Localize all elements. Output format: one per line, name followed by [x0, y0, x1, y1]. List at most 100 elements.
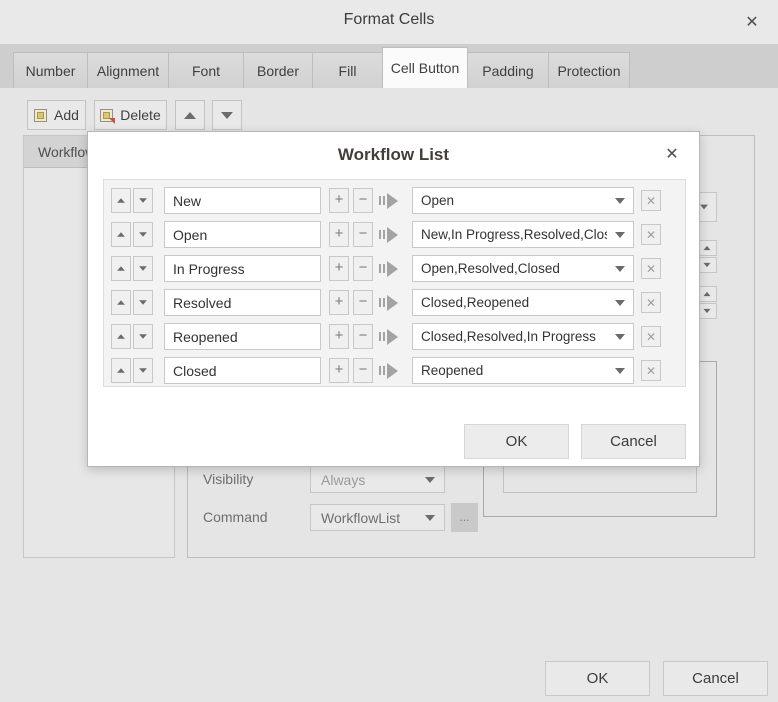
arrow-up-icon	[184, 112, 196, 119]
command-dropdown[interactable]: WorkflowList	[310, 504, 445, 531]
row-remove-button[interactable]: −	[353, 290, 373, 315]
tab-number[interactable]: Number	[13, 52, 87, 88]
targets-dropdown[interactable]: Closed,Reopened	[412, 289, 634, 316]
row-move-up-button[interactable]	[111, 324, 131, 349]
chevron-down-icon	[615, 232, 625, 238]
spinner-up-button[interactable]	[697, 240, 717, 256]
row-delete-button[interactable]: ✕	[641, 326, 661, 347]
delete-button[interactable]: Delete	[94, 100, 167, 130]
row-move-down-button[interactable]	[133, 222, 153, 247]
tab-border[interactable]: Border	[243, 52, 312, 88]
tab-strip: Number Alignment Font Border Fill Cell B…	[0, 44, 778, 88]
targets-dropdown[interactable]: Open,Resolved,Closed	[412, 255, 634, 282]
row-add-button[interactable]: +	[329, 188, 349, 213]
tab-fill[interactable]: Fill	[312, 52, 382, 88]
row-move-down-button[interactable]	[133, 358, 153, 383]
state-input[interactable]	[164, 221, 321, 248]
state-input[interactable]	[164, 187, 321, 214]
row-delete-button[interactable]: ✕	[641, 224, 661, 245]
chevron-down-icon	[615, 334, 625, 340]
modal-close-icon[interactable]: ✕	[661, 143, 683, 165]
command-label: Command	[203, 509, 268, 525]
row-delete-button[interactable]: ✕	[641, 258, 661, 279]
move-down-button[interactable]	[212, 100, 242, 130]
row-remove-button[interactable]: −	[353, 222, 373, 247]
add-button-label: Add	[54, 107, 79, 123]
targets-value: Closed,Reopened	[413, 295, 607, 310]
chevron-down-icon	[615, 368, 625, 374]
modal-ok-button[interactable]: OK	[464, 424, 569, 459]
state-input[interactable]	[164, 255, 321, 282]
workflow-row: + − Closed,Resolved,In Progress ✕	[111, 323, 685, 350]
row-move-up-button[interactable]	[111, 290, 131, 315]
row-add-button[interactable]: +	[329, 324, 349, 349]
workflow-row: + − New,In Progress,Resolved,Closed ✕	[111, 221, 685, 248]
targets-value: New,In Progress,Resolved,Closed	[413, 227, 607, 242]
row-delete-button[interactable]: ✕	[641, 292, 661, 313]
workflow-row: + − Closed,Reopened ✕	[111, 289, 685, 316]
add-button[interactable]: Add	[27, 100, 86, 130]
row-add-button[interactable]: +	[329, 256, 349, 281]
row-move-up-button[interactable]	[111, 358, 131, 383]
row-remove-button[interactable]: −	[353, 188, 373, 213]
row-remove-button[interactable]: −	[353, 324, 373, 349]
row-add-button[interactable]: +	[329, 290, 349, 315]
chevron-down-icon	[425, 477, 435, 483]
row-add-button[interactable]: +	[329, 358, 349, 383]
chevron-down-icon	[615, 300, 625, 306]
visibility-dropdown[interactable]: Always	[310, 466, 445, 493]
workflow-row: + − Reopened ✕	[111, 357, 685, 384]
targets-dropdown[interactable]: Reopened	[412, 357, 634, 384]
format-cells-dialog: Format Cells ✕ Number Alignment Font Bor…	[0, 0, 778, 702]
command-browse-button[interactable]: ...	[451, 503, 478, 532]
transition-arrow-icon	[379, 226, 405, 244]
cancel-button[interactable]: Cancel	[663, 661, 768, 696]
spinner-down-button[interactable]	[697, 257, 717, 273]
row-move-down-button[interactable]	[133, 324, 153, 349]
row-delete-button[interactable]: ✕	[641, 360, 661, 381]
state-input[interactable]	[164, 357, 321, 384]
row-add-button[interactable]: +	[329, 222, 349, 247]
targets-dropdown[interactable]: Open	[412, 187, 634, 214]
transition-arrow-icon	[379, 294, 405, 312]
targets-value: Reopened	[413, 363, 607, 378]
close-icon[interactable]: ✕	[740, 10, 764, 34]
delete-icon	[100, 109, 113, 122]
row-move-up-button[interactable]	[111, 222, 131, 247]
tab-padding[interactable]: Padding	[468, 52, 548, 88]
tab-alignment[interactable]: Alignment	[87, 52, 168, 88]
tab-cell-button[interactable]: Cell Button	[382, 47, 468, 88]
spinner-up-button[interactable]	[697, 286, 717, 302]
tab-protection[interactable]: Protection	[548, 52, 630, 88]
state-input[interactable]	[164, 289, 321, 316]
chevron-down-icon	[615, 198, 625, 204]
row-move-down-button[interactable]	[133, 256, 153, 281]
row-move-up-button[interactable]	[111, 256, 131, 281]
targets-dropdown[interactable]: New,In Progress,Resolved,Closed	[412, 221, 634, 248]
targets-dropdown[interactable]: Closed,Resolved,In Progress	[412, 323, 634, 350]
transition-arrow-icon	[379, 328, 405, 346]
spinner-down-button[interactable]	[697, 303, 717, 319]
visibility-value: Always	[311, 472, 416, 488]
chevron-down-icon	[615, 266, 625, 272]
workflow-row: + − Open,Resolved,Closed ✕	[111, 255, 685, 282]
row-move-down-button[interactable]	[133, 188, 153, 213]
move-up-button[interactable]	[175, 100, 205, 130]
ok-button[interactable]: OK	[545, 661, 650, 696]
row-remove-button[interactable]: −	[353, 256, 373, 281]
row-remove-button[interactable]: −	[353, 358, 373, 383]
state-input[interactable]	[164, 323, 321, 350]
command-value: WorkflowList	[311, 510, 416, 526]
modal-title: Workflow List	[88, 145, 699, 165]
tab-font[interactable]: Font	[168, 52, 243, 88]
targets-value: Open,Resolved,Closed	[413, 261, 607, 276]
visibility-label: Visibility	[203, 471, 253, 487]
row-delete-button[interactable]: ✕	[641, 190, 661, 211]
modal-cancel-button[interactable]: Cancel	[581, 424, 686, 459]
dialog-titlebar: Format Cells ✕	[0, 0, 778, 44]
transition-arrow-icon	[379, 260, 405, 278]
row-move-up-button[interactable]	[111, 188, 131, 213]
arrow-down-icon	[221, 112, 233, 119]
targets-value: Open	[413, 193, 607, 208]
row-move-down-button[interactable]	[133, 290, 153, 315]
